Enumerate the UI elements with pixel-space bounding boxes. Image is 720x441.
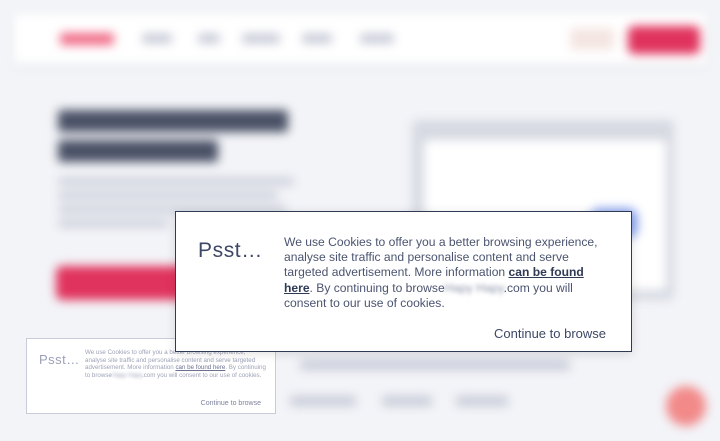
cookie-small-title: Psst… <box>39 352 80 367</box>
cookie-dialog-title: Psst… <box>198 239 263 262</box>
cookie-small-continue-button[interactable]: Continue to browse <box>201 400 261 407</box>
hero-title-line2 <box>58 140 218 162</box>
nav-link <box>302 34 332 43</box>
hero-title <box>58 110 288 132</box>
cookie-small-info-link[interactable]: can be found here <box>175 364 225 371</box>
brand-logo <box>60 33 114 45</box>
cookie-consent-dialog: Psst… We use Cookies to offer you a bett… <box>175 211 632 352</box>
top-navigation <box>14 14 706 64</box>
nav-link <box>360 34 394 43</box>
signup-button <box>628 26 700 54</box>
continue-to-browse-button[interactable]: Continue to browse <box>494 326 606 341</box>
section-text <box>300 360 570 370</box>
nav-link <box>142 34 172 43</box>
redacted-site-name: Hapy Hapy <box>444 280 504 295</box>
nav-link <box>198 34 220 43</box>
redacted-site-name: Hapy Hapy <box>111 371 142 379</box>
cookie-dialog-message: We use Cookies to offer you a better bro… <box>284 235 598 310</box>
partner-logo <box>382 396 432 406</box>
hero-text-line <box>58 220 168 227</box>
partner-logo <box>290 396 356 406</box>
login-button <box>570 28 614 50</box>
hero-text-line <box>58 178 294 185</box>
hero-text-line <box>58 192 278 199</box>
partner-logo <box>456 396 508 406</box>
cookie-small-message: We use Cookies to offer you a better bro… <box>85 349 266 379</box>
chat-bubble-icon <box>666 386 706 426</box>
nav-link <box>242 34 280 43</box>
